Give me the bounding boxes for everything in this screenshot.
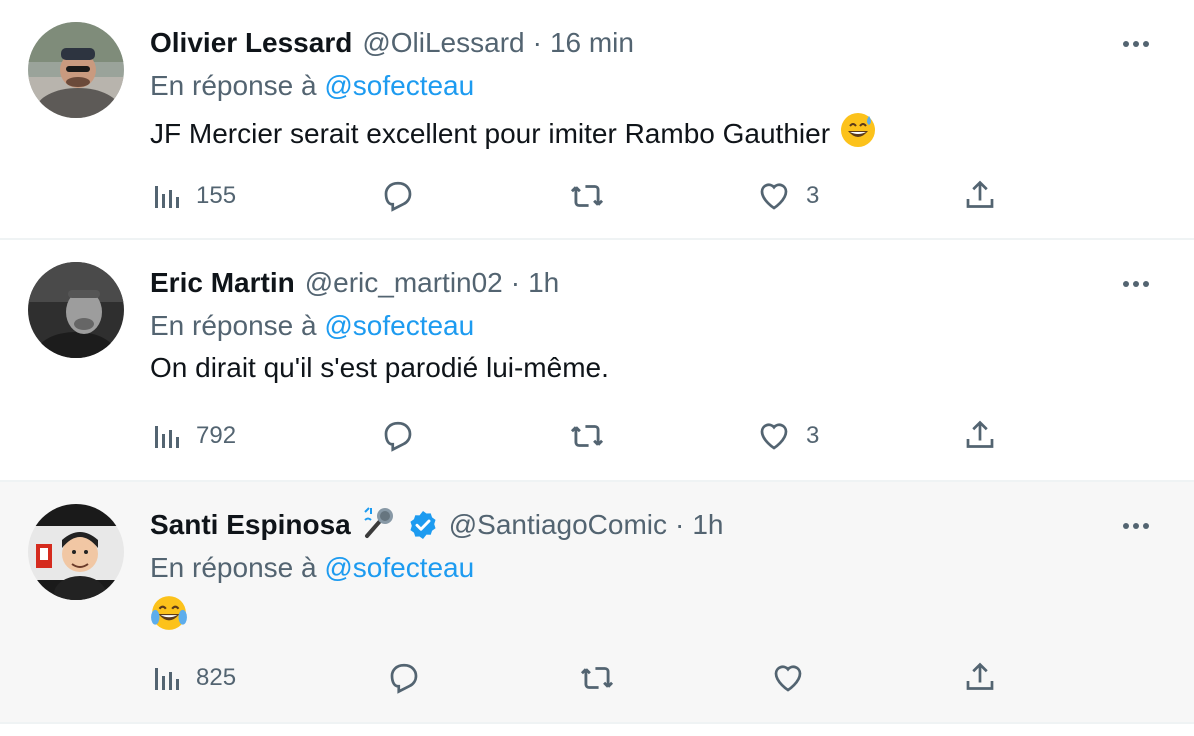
tweet-actions: 825 [150,654,1030,702]
separator-dot: · [532,27,542,58]
retweet-button[interactable] [568,412,606,460]
more-dot-icon [1133,41,1139,47]
heart-icon [774,665,802,692]
verified-badge-icon [407,509,439,541]
timestamp[interactable]: 16 min [550,27,634,59]
reply-prefix: En réponse à [150,310,317,341]
author-handle[interactable]: @SantiagoComic [449,509,667,541]
author-name[interactable]: Santi Espinosa [150,509,351,541]
tweet-text: On dirait qu'il s'est parodié lui-même. [150,352,609,384]
analytics-icon [155,186,179,208]
author-handle[interactable]: @OliLessard [362,27,524,59]
reply-button[interactable] [386,654,422,702]
avatar[interactable] [28,262,124,358]
more-dot-icon [1123,281,1129,287]
analytics-icon [155,426,179,448]
avatar[interactable] [28,22,124,118]
tweet-text [150,594,188,639]
retweet-icon [570,185,604,207]
views-button[interactable]: 792 [152,412,236,460]
tweet-card[interactable]: Eric Martin @eric_martin02 · 1h En répon… [0,240,1194,482]
reply-context: En réponse à @sofecteau [150,310,474,342]
share-button[interactable] [962,412,998,460]
likes-count: 3 [806,422,820,449]
likes-count: 3 [806,182,820,209]
views-count: 155 [196,182,237,209]
separator-dot: · [675,509,685,540]
like-button[interactable]: 3 [756,412,819,460]
tweet-text-content: On dirait qu'il s'est parodié lui-même. [150,352,609,383]
tweet-card[interactable]: Olivier Lessard @OliLessard · 16 min En … [0,0,1194,240]
avatar-image [28,504,124,600]
author-name[interactable]: Olivier Lessard [150,27,352,59]
views-count: 825 [196,664,237,691]
share-button[interactable] [962,172,998,220]
retweet-icon [570,425,604,447]
microphone-emoji [361,504,397,547]
share-icon [966,420,994,448]
views-button[interactable]: 825 [152,654,236,702]
tweet-text: JF Mercier serait excellent pour imiter … [150,112,876,155]
avatar-image [28,262,124,358]
heart-icon [760,423,788,450]
retweet-icon [580,667,614,689]
retweet-button[interactable] [578,654,616,702]
timestamp[interactable]: 1h [528,267,559,299]
timestamp[interactable]: 1h [692,509,723,541]
reply-prefix: En réponse à [150,552,317,583]
reply-mention-link[interactable]: @sofecteau [324,70,474,101]
reply-icon [384,181,412,212]
retweet-button[interactable] [568,172,606,220]
more-dot-icon [1143,523,1149,529]
reply-mention-link[interactable]: @sofecteau [324,310,474,341]
author-name[interactable]: Eric Martin [150,267,295,299]
grinning-sweat-emoji [840,112,876,155]
views-button[interactable]: 155 [152,172,236,220]
reply-icon [390,663,418,694]
author-handle[interactable]: @eric_martin02 [305,267,503,299]
more-dot-icon [1123,41,1129,47]
share-button[interactable] [962,654,998,702]
avatar-image [28,22,124,118]
more-dot-icon [1143,41,1149,47]
tweet-actions: 792 3 [150,412,1030,460]
more-options-button[interactable] [1114,270,1158,298]
like-button[interactable] [770,654,806,702]
share-icon [966,662,994,690]
tweet-text-content: JF Mercier serait excellent pour imiter … [150,117,831,149]
separator-dot: · [510,267,521,298]
reply-context: En réponse à @sofecteau [150,552,474,584]
more-options-button[interactable] [1114,512,1158,540]
reply-button[interactable] [380,172,416,220]
more-dot-icon [1133,523,1139,529]
reply-icon [384,421,412,452]
reply-context: En réponse à @sofecteau [150,70,474,102]
reply-mention-link[interactable]: @sofecteau [324,552,474,583]
analytics-icon [155,668,179,690]
share-icon [966,180,994,208]
more-options-button[interactable] [1114,30,1158,58]
tears-of-joy-emoji [150,594,188,639]
heart-icon [760,183,788,210]
like-button[interactable]: 3 [756,172,819,220]
tweet-card[interactable]: Santi Espinosa @SantiagoComic · 1h En ré… [0,482,1194,724]
reply-button[interactable] [380,412,416,460]
more-dot-icon [1143,281,1149,287]
more-dot-icon [1123,523,1129,529]
more-dot-icon [1133,281,1139,287]
views-count: 792 [196,422,237,449]
avatar[interactable] [28,504,124,600]
tweet-actions: 155 3 [150,172,1030,220]
reply-prefix: En réponse à [150,70,317,101]
